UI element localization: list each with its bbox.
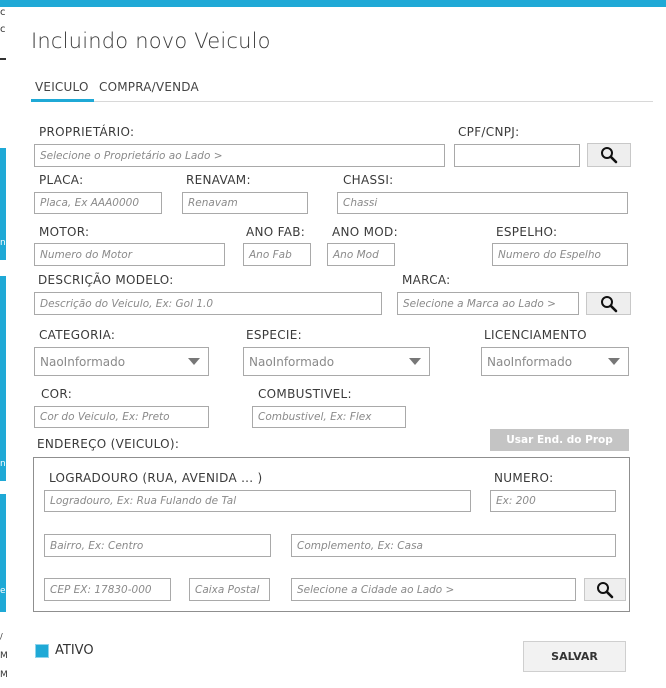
left-fragment: n (0, 238, 6, 248)
cpf-cnpj-label: CPF/CNPJ: (458, 125, 520, 139)
search-icon (600, 295, 617, 312)
left-fragment: / (0, 632, 3, 641)
complemento-input[interactable]: Complemento, Ex: Casa (291, 534, 616, 557)
categoria-label: CATEGORIA: (39, 328, 116, 342)
motor-input[interactable]: Numero do Motor (34, 243, 225, 266)
left-fragment: e (0, 586, 6, 596)
combustivel-label: COMBUSTIVEL: (258, 387, 352, 401)
bairro-input[interactable]: Bairro, Ex: Centro (44, 534, 271, 557)
left-fragment: c (0, 7, 6, 18)
marca-input[interactable]: Selecione a Marca ao Lado > (397, 292, 579, 315)
espelho-label: ESPELHO: (496, 225, 558, 239)
save-button[interactable]: SALVAR (523, 641, 626, 672)
tab-compra-venda[interactable]: COMPRA/VENDA (99, 80, 199, 94)
ano-mod-label: ANO MOD: (332, 225, 398, 239)
especie-label: ESPECIE: (246, 328, 302, 342)
proprietario-input[interactable]: Selecione o Proprietário ao Lado > (34, 144, 445, 167)
cep-input[interactable]: CEP EX: 17830-000 (44, 578, 171, 601)
ativo-checkbox[interactable] (35, 644, 49, 658)
ano-fab-input[interactable]: Ano Fab (243, 243, 311, 266)
proprietario-label: PROPRIETÁRIO: (39, 125, 135, 139)
left-divider (0, 58, 6, 60)
ano-mod-input[interactable]: Ano Mod (327, 243, 395, 266)
endereco-label: ENDEREÇO (VEICULO): (37, 437, 180, 451)
search-marca-button[interactable] (586, 292, 631, 315)
logradouro-label: LOGRADOURO (RUA, AVENIDA ... ) (49, 471, 263, 485)
chevron-down-icon (608, 358, 620, 365)
caixa-postal-input[interactable]: Caixa Postal (189, 578, 270, 601)
cidade-input[interactable]: Selecione a Cidade ao Lado > (291, 578, 576, 601)
logradouro-input[interactable]: Logradouro, Ex: Rua Fulando de Tal (44, 490, 471, 512)
placa-input[interactable]: Placa, Ex AAA0000 (34, 192, 162, 214)
motor-label: MOTOR: (39, 225, 90, 239)
search-proprietario-button[interactable] (587, 143, 631, 167)
chassi-label: CHASSI: (343, 173, 394, 187)
chassi-input[interactable]: Chassi (337, 192, 628, 214)
tab-active-indicator (31, 99, 94, 102)
licenciamento-select[interactable]: NaoInformado (481, 347, 629, 376)
placa-label: PLACA: (39, 173, 84, 187)
renavam-label: RENAVAM: (186, 173, 251, 187)
tab-divider (31, 101, 653, 102)
tab-veiculo[interactable]: VEICULO (35, 80, 89, 94)
licenciamento-selected-value: NaoInformado (487, 354, 573, 369)
descricao-modelo-input[interactable]: Descrição do Veiculo, Ex: Gol 1.0 (34, 292, 382, 315)
left-fragment: n (0, 459, 6, 469)
licenciamento-label: LICENCIAMENTO (484, 328, 587, 342)
search-cidade-button[interactable] (584, 578, 626, 601)
espelho-input[interactable]: Numero do Espelho (492, 243, 628, 266)
search-icon (597, 581, 614, 598)
left-panel-block (0, 276, 6, 481)
search-icon (601, 147, 618, 164)
chevron-down-icon (188, 358, 200, 365)
window-top-bar (0, 0, 666, 7)
categoria-select[interactable]: NaoInformado (34, 347, 209, 376)
numero-input[interactable]: Ex: 200 (490, 490, 616, 512)
renavam-input[interactable]: Renavam (182, 192, 308, 214)
left-fragment: M (0, 670, 8, 680)
usar-endereco-prop-button[interactable]: Usar End. do Prop (490, 429, 629, 451)
especie-select[interactable]: NaoInformado (243, 347, 430, 376)
left-fragment: c (0, 24, 6, 35)
marca-label: MARCA: (402, 273, 451, 287)
chevron-down-icon (409, 358, 421, 365)
categoria-selected-value: NaoInformado (40, 354, 126, 369)
descricao-modelo-label: DESCRIÇÃO MODELO: (38, 273, 174, 287)
ano-fab-label: ANO FAB: (246, 225, 306, 239)
especie-selected-value: NaoInformado (249, 354, 335, 369)
cpf-cnpj-input[interactable] (454, 144, 580, 167)
left-fragment: M (0, 651, 8, 661)
combustivel-input[interactable]: Combustivel, Ex: Flex (252, 406, 406, 428)
cor-input[interactable]: Cor do Veiculo, Ex: Preto (34, 406, 209, 428)
numero-label: NUMERO: (494, 471, 554, 485)
page-title: Incluindo novo Veiculo (31, 29, 271, 53)
cor-label: COR: (41, 387, 73, 401)
ativo-label: ATIVO (55, 643, 94, 658)
